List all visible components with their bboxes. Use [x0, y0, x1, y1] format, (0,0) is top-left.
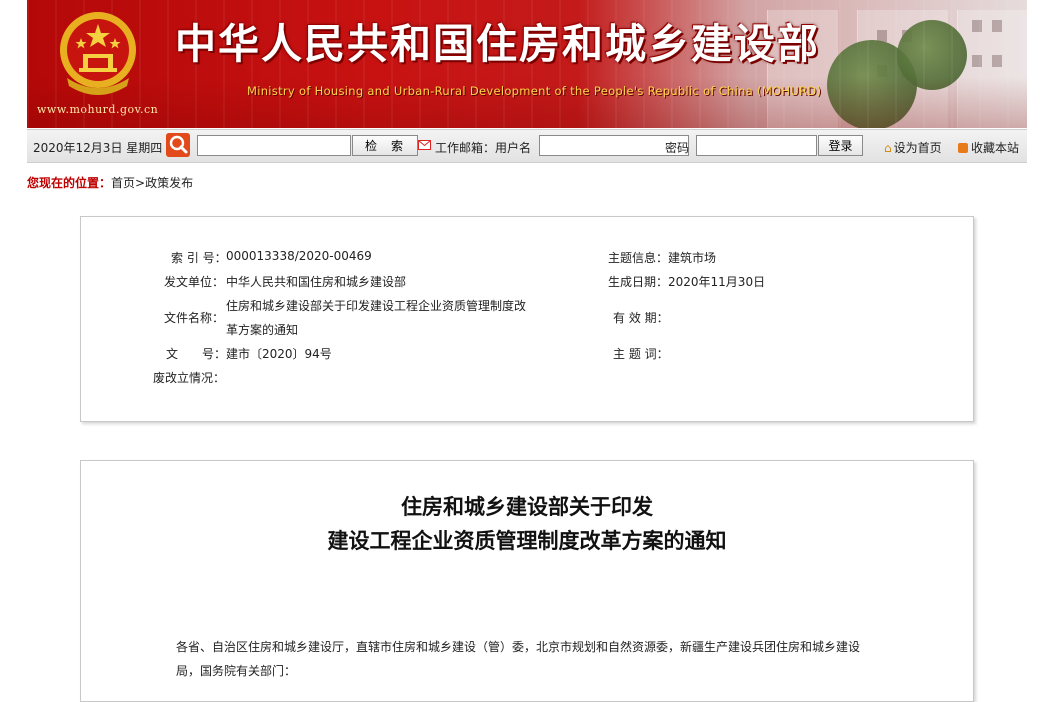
validity-label: 有 效 期： [613, 311, 669, 325]
set-homepage-link[interactable]: ⌂ 设为首页 [884, 139, 942, 156]
document-number-value: 建市〔2020〕94号 [226, 347, 332, 361]
current-date: 2020年12月3日 星期四 [33, 141, 163, 155]
document-body-line2: 局，国务院有关部门： [176, 664, 297, 678]
top-toolbar: 2020年12月3日 星期四 检索 工作邮箱：用户名 密码 登录 ⌂ 设为首页 收… [27, 129, 1027, 163]
password-label: 密码 [665, 141, 690, 155]
document-body-line1: 各省、自治区住房和城乡建设厅，直辖市住房和城乡建设（管）委，北京市规划和自然资源… [176, 640, 861, 654]
document-metadata-panel: 索 引 号： 000013338/2020-00469 发文单位： 中华人民共和… [80, 216, 974, 422]
abolition-status-label: 废改立情况： [153, 371, 226, 385]
breadcrumb-home-link[interactable]: 首页 [111, 176, 135, 190]
site-url: www.mohurd.gov.cn [37, 103, 159, 116]
filename-value-line2: 革方案的通知 [226, 323, 299, 337]
issuer-label: 发文单位： [164, 275, 225, 289]
subject-words-label: 主 题 词： [613, 347, 669, 361]
site-banner: www.mohurd.gov.cn 中华人民共和国住房和城乡建设部 Minist… [27, 0, 1027, 128]
password-field[interactable] [696, 135, 817, 156]
bookmark-link[interactable]: 收藏本站 [958, 139, 1019, 156]
breadcrumb-prefix: 您现在的位置： [27, 176, 112, 190]
login-button[interactable]: 登录 [818, 135, 863, 156]
filename-value-line1: 住房和城乡建设部关于印发建设工程企业资质管理制度改 [226, 299, 527, 313]
breadcrumb-policy-link[interactable]: 政策发布 [145, 176, 193, 190]
mail-icon [418, 140, 431, 150]
set-homepage-label[interactable]: 设为首页 [894, 141, 942, 155]
document-title-line1: 住房和城乡建设部关于印发 [401, 495, 653, 519]
bookmark-label[interactable]: 收藏本站 [971, 141, 1019, 155]
search-icon[interactable] [166, 133, 190, 157]
generated-date-label: 生成日期： [608, 275, 669, 289]
document-body: 各省、自治区住房和城乡建设厅，直辖市住房和城乡建设（管）委，北京市规划和自然资源… [176, 635, 876, 683]
search-input[interactable] [197, 135, 351, 156]
document-title-line2: 建设工程企业资质管理制度改革方案的通知 [327, 529, 727, 553]
issuer-value: 中华人民共和国住房和城乡建设部 [226, 275, 407, 289]
generated-date-value: 2020年11月30日 [668, 275, 766, 289]
filename-label: 文件名称： [164, 311, 225, 325]
index-number-label: 索 引 号： [171, 251, 227, 265]
site-title: 中华人民共和国住房和城乡建设部 [175, 20, 820, 68]
rss-icon [958, 143, 968, 153]
national-emblem-icon [60, 12, 136, 95]
index-number-value: 000013338/2020-00469 [226, 249, 372, 263]
home-icon: ⌂ [884, 141, 892, 155]
topic-value: 建筑市场 [668, 251, 717, 265]
site-subtitle: Ministry of Housing and Urban-Rural Deve… [247, 84, 822, 98]
breadcrumb-separator: > [135, 176, 146, 190]
document-number-label: 文 号： [166, 347, 227, 361]
mail-username-label: 工作邮箱：用户名 [435, 141, 532, 155]
document-content-panel: 住房和城乡建设部关于印发 建设工程企业资质管理制度改革方案的通知 各省、自治区住… [80, 460, 974, 702]
search-button[interactable]: 检索 [352, 135, 418, 156]
breadcrumb: 您现在的位置：首页>政策发布 [27, 174, 193, 191]
topic-label: 主题信息： [608, 251, 669, 265]
